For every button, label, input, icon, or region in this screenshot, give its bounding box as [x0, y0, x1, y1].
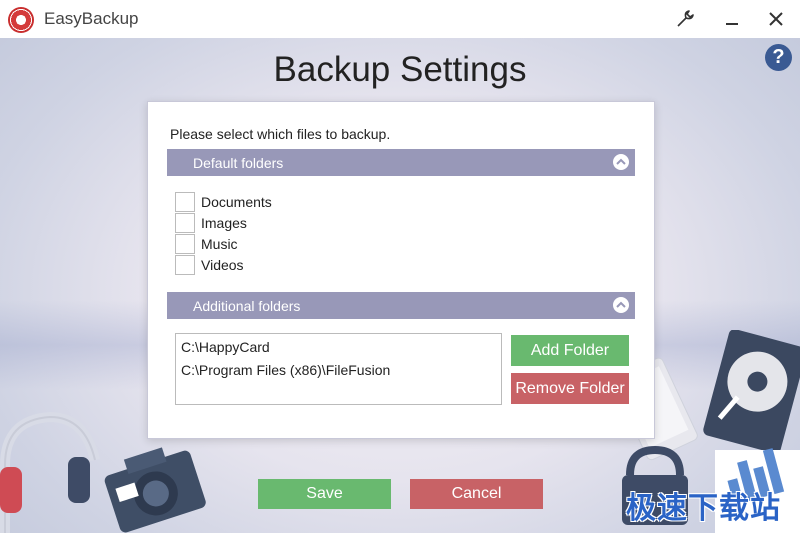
checkbox-images[interactable]: Images — [175, 212, 247, 233]
checkbox-label: Videos — [201, 256, 244, 273]
checkbox-label: Documents — [201, 193, 272, 210]
cancel-button[interactable]: Cancel — [410, 479, 543, 509]
checkbox-videos[interactable]: Videos — [175, 254, 244, 275]
wrench-icon[interactable] — [670, 4, 700, 34]
page-title: Backup Settings — [273, 50, 527, 89]
save-button[interactable]: Save — [258, 479, 391, 509]
default-folders-header[interactable]: Default folders — [167, 149, 635, 176]
watermark-text: 极速下载站 — [626, 492, 781, 525]
headphones-illustration — [0, 411, 100, 533]
minimize-icon[interactable] — [717, 4, 747, 34]
chevron-up-icon[interactable] — [613, 297, 629, 313]
checkbox-label: Music — [201, 235, 238, 252]
checkbox-music[interactable]: Music — [175, 233, 238, 254]
folder-list[interactable]: C:\HappyCard C:\Program Files (x86)\File… — [175, 333, 502, 405]
checkbox[interactable] — [175, 254, 195, 275]
checkbox[interactable] — [175, 212, 195, 233]
camera-illustration — [104, 447, 206, 533]
app-logo-icon — [8, 7, 34, 33]
app-title: EasyBackup — [44, 9, 139, 28]
instruction-text: Please select which files to backup. — [170, 126, 391, 142]
add-folder-button[interactable]: Add Folder — [511, 335, 629, 366]
checkbox-documents[interactable]: Documents — [175, 191, 272, 212]
remove-folder-button[interactable]: Remove Folder — [511, 373, 629, 404]
close-icon[interactable] — [761, 4, 791, 34]
default-folders-label: Default folders — [193, 155, 284, 171]
checkbox-label: Images — [201, 214, 247, 231]
checkbox[interactable] — [175, 191, 195, 212]
list-item[interactable]: C:\Program Files (x86)\FileFusion — [181, 362, 390, 378]
list-item[interactable]: C:\HappyCard — [181, 339, 270, 355]
chevron-up-icon[interactable] — [613, 154, 629, 170]
additional-folders-header[interactable]: Additional folders — [167, 292, 635, 319]
checkbox[interactable] — [175, 233, 195, 254]
title-bar: EasyBackup — [0, 0, 800, 38]
additional-folders-label: Additional folders — [193, 298, 301, 314]
settings-panel: Please select which files to backup. Def… — [147, 101, 655, 439]
